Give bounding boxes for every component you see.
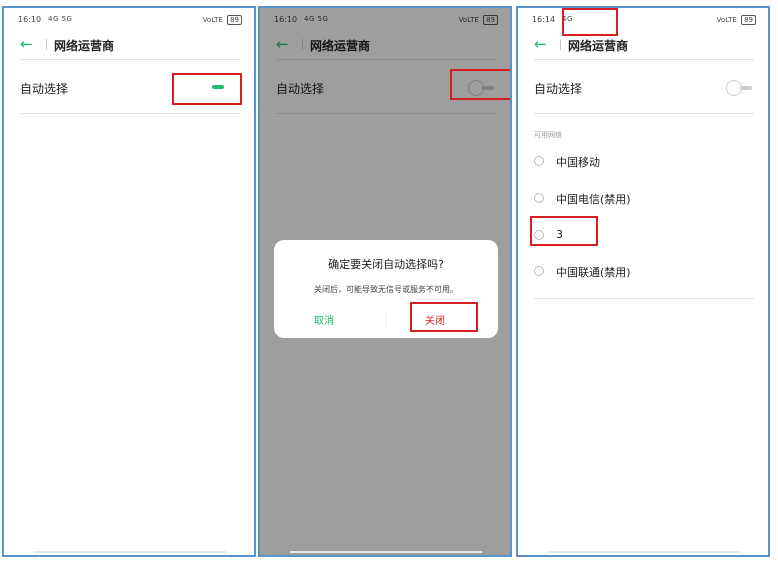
page-title: 网络运营商 (54, 39, 115, 53)
back-arrow-icon[interactable]: ← (534, 35, 547, 53)
nav-bar (290, 551, 482, 553)
divider (20, 113, 240, 114)
network-name: 中国联通(禁用) (556, 266, 631, 279)
highlight-box (172, 73, 242, 105)
divider (20, 59, 240, 60)
highlight-box (450, 69, 510, 100)
auto-select-label: 自动选择 (20, 82, 69, 96)
battery-icon: 89 (227, 15, 242, 25)
battery-icon: 89 (741, 15, 756, 25)
highlight-box (562, 8, 618, 36)
comparison-stage: 16:10 4G 5G VoLTE 89 ← 网络运营商 自动选择 16:10 … (0, 0, 778, 563)
status-right: VoLTE 89 (717, 15, 756, 25)
highlight-box (410, 302, 478, 332)
screen-confirm-dialog: 16:10 4G 5G VoLTE 89 ← 网络运营商 自动选择 确定要关闭自… (258, 6, 512, 557)
title-bar: ← 网络运营商 (534, 35, 754, 57)
status-time: 16:10 (18, 15, 42, 24)
divider (534, 113, 754, 114)
title-divider (560, 39, 561, 50)
available-networks-header: 可用网络 (534, 131, 562, 139)
dialog-message: 关闭后，可能导致无信号或服务不可用。 (314, 285, 458, 294)
network-name: 中国移动 (556, 156, 600, 169)
status-right: VoLTE 89 (203, 15, 242, 25)
dialog-title: 确定要关闭自动选择吗? (328, 258, 444, 271)
radio-button[interactable] (534, 193, 544, 203)
button-divider (386, 312, 387, 326)
radio-button[interactable] (534, 266, 544, 276)
nav-bar (34, 551, 226, 553)
network-name: 中国电信(禁用) (556, 193, 631, 206)
auto-select-toggle[interactable] (726, 80, 754, 96)
status-bar: 16:10 4G 5G VoLTE 89 (18, 15, 242, 27)
radio-button[interactable] (534, 156, 544, 166)
status-time: 16:14 (532, 15, 556, 24)
cancel-button[interactable]: 取消 (314, 312, 334, 327)
auto-select-label: 自动选择 (534, 82, 583, 96)
signal-icon: 4G 5G (48, 15, 73, 23)
divider (534, 298, 754, 299)
confirm-dialog: 确定要关闭自动选择吗? 关闭后，可能导致无信号或服务不可用。 取消 关闭 (274, 240, 498, 338)
title-bar: ← 网络运营商 (20, 35, 240, 57)
back-arrow-icon[interactable]: ← (20, 35, 33, 53)
highlight-box (530, 216, 598, 246)
page-title: 网络运营商 (568, 39, 629, 53)
title-divider (46, 39, 47, 50)
volte-indicator: VoLTE (202, 16, 223, 24)
screen-network-list: 16:14 4G VoLTE 89 ← 网络运营商 自动选择 可用网络 中国移动 (516, 6, 770, 557)
divider (534, 59, 754, 60)
toggle-track (740, 86, 752, 90)
screen-auto-select-on: 16:10 4G 5G VoLTE 89 ← 网络运营商 自动选择 (2, 6, 256, 557)
volte-indicator: VoLTE (716, 16, 737, 24)
nav-bar (548, 551, 740, 553)
